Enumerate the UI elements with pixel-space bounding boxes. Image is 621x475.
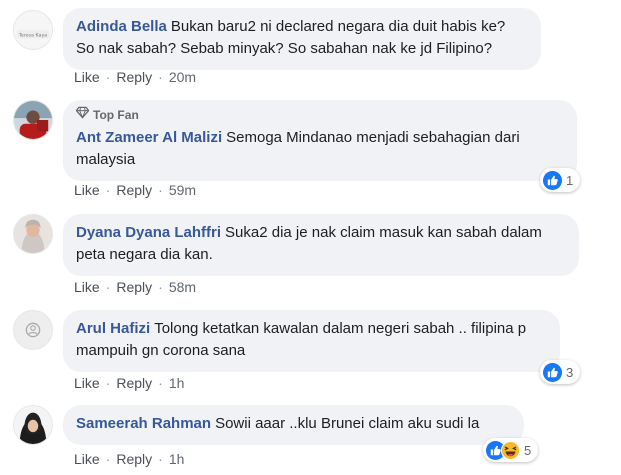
comment-bubble: Dyana Dyana Lahffri Suka2 dia je nak clai… bbox=[63, 214, 579, 276]
comment-author[interactable]: Arul Hafizi bbox=[76, 320, 150, 337]
comment-actions: Like · Reply · 58m bbox=[74, 278, 196, 296]
separator: · bbox=[158, 451, 163, 467]
comment-author[interactable]: Dyana Dyana Lahffri bbox=[76, 224, 221, 241]
avatar-image bbox=[14, 215, 52, 253]
like-button[interactable]: Like bbox=[74, 278, 100, 296]
like-icon bbox=[543, 170, 562, 190]
comment-timestamp[interactable]: 58m bbox=[169, 278, 196, 296]
comment-author[interactable]: Ant Zameer Al Malizi bbox=[76, 129, 222, 146]
avatar-image: Teresa Kaya bbox=[14, 11, 52, 49]
comment-bubble: Arul Hafizi Tolong ketatkan kawalan dalam… bbox=[63, 310, 560, 372]
avatar[interactable] bbox=[13, 100, 53, 140]
separator: · bbox=[158, 182, 163, 198]
top-fan-label: Top Fan bbox=[93, 107, 139, 122]
diamond-icon bbox=[75, 106, 90, 123]
separator: · bbox=[158, 279, 163, 295]
reply-button[interactable]: Reply bbox=[116, 68, 152, 86]
separator: · bbox=[158, 375, 163, 391]
separator: · bbox=[158, 69, 163, 85]
like-button[interactable]: Like bbox=[74, 374, 100, 392]
avatar[interactable]: Teresa Kaya bbox=[13, 10, 53, 50]
avatar-image bbox=[14, 406, 52, 444]
reply-button[interactable]: Reply bbox=[116, 374, 152, 392]
comment-list: Teresa Kaya Adinda Bella Bukan baru2 ni d… bbox=[0, 0, 621, 475]
comment-timestamp[interactable]: 20m bbox=[169, 68, 196, 86]
separator: · bbox=[105, 375, 111, 391]
comment-timestamp[interactable]: 1h bbox=[169, 450, 185, 468]
comment-text: Sowii aaar ..klu Brunei claim aku sudi l… bbox=[215, 415, 480, 432]
comment-bubble: Top Fan Ant Zameer Al Malizi Semoga Minda… bbox=[63, 100, 577, 181]
top-fan-badge[interactable]: Top Fan bbox=[75, 106, 563, 123]
reply-button[interactable]: Reply bbox=[116, 278, 152, 296]
separator: · bbox=[105, 182, 111, 198]
comment-timestamp[interactable]: 1h bbox=[169, 374, 185, 392]
like-button[interactable]: Like bbox=[74, 181, 100, 199]
reaction-count: 5 bbox=[524, 442, 532, 458]
comment-timestamp[interactable]: 59m bbox=[169, 181, 196, 199]
svg-text:Teresa Kaya: Teresa Kaya bbox=[18, 33, 47, 39]
reaction-summary[interactable]: 1 bbox=[540, 168, 581, 192]
reply-button[interactable]: Reply bbox=[116, 450, 152, 468]
avatar[interactable] bbox=[13, 310, 53, 350]
reaction-count: 3 bbox=[566, 364, 574, 380]
reply-button[interactable]: Reply bbox=[116, 181, 152, 199]
comment-author[interactable]: Sameerah Rahman bbox=[76, 415, 211, 432]
reaction-count: 1 bbox=[566, 172, 574, 188]
separator: · bbox=[105, 451, 111, 467]
comment-bubble: Sameerah Rahman Sowii aaar ..klu Brunei c… bbox=[63, 405, 524, 445]
default-avatar-icon bbox=[14, 311, 52, 349]
reaction-summary[interactable]: 3 bbox=[540, 360, 581, 384]
comment-actions: Like · Reply · 1h bbox=[74, 374, 184, 392]
avatar[interactable] bbox=[13, 214, 53, 254]
reaction-summary[interactable]: 5 bbox=[483, 438, 539, 462]
haha-icon bbox=[501, 440, 520, 460]
comment-actions: Like · Reply · 59m bbox=[74, 181, 196, 199]
comment-author[interactable]: Adinda Bella bbox=[76, 18, 167, 35]
avatar[interactable] bbox=[13, 405, 53, 445]
like-icon bbox=[543, 362, 562, 382]
like-button[interactable]: Like bbox=[74, 450, 100, 468]
like-button[interactable]: Like bbox=[74, 68, 100, 86]
reaction-icons bbox=[486, 440, 520, 460]
separator: · bbox=[105, 69, 111, 85]
comment-actions: Like · Reply · 1h bbox=[74, 450, 184, 468]
avatar-image bbox=[14, 101, 52, 139]
comment-bubble: Adinda Bella Bukan baru2 ni declared nega… bbox=[63, 8, 541, 70]
separator: · bbox=[105, 279, 111, 295]
comment-actions: Like · Reply · 20m bbox=[74, 68, 196, 86]
